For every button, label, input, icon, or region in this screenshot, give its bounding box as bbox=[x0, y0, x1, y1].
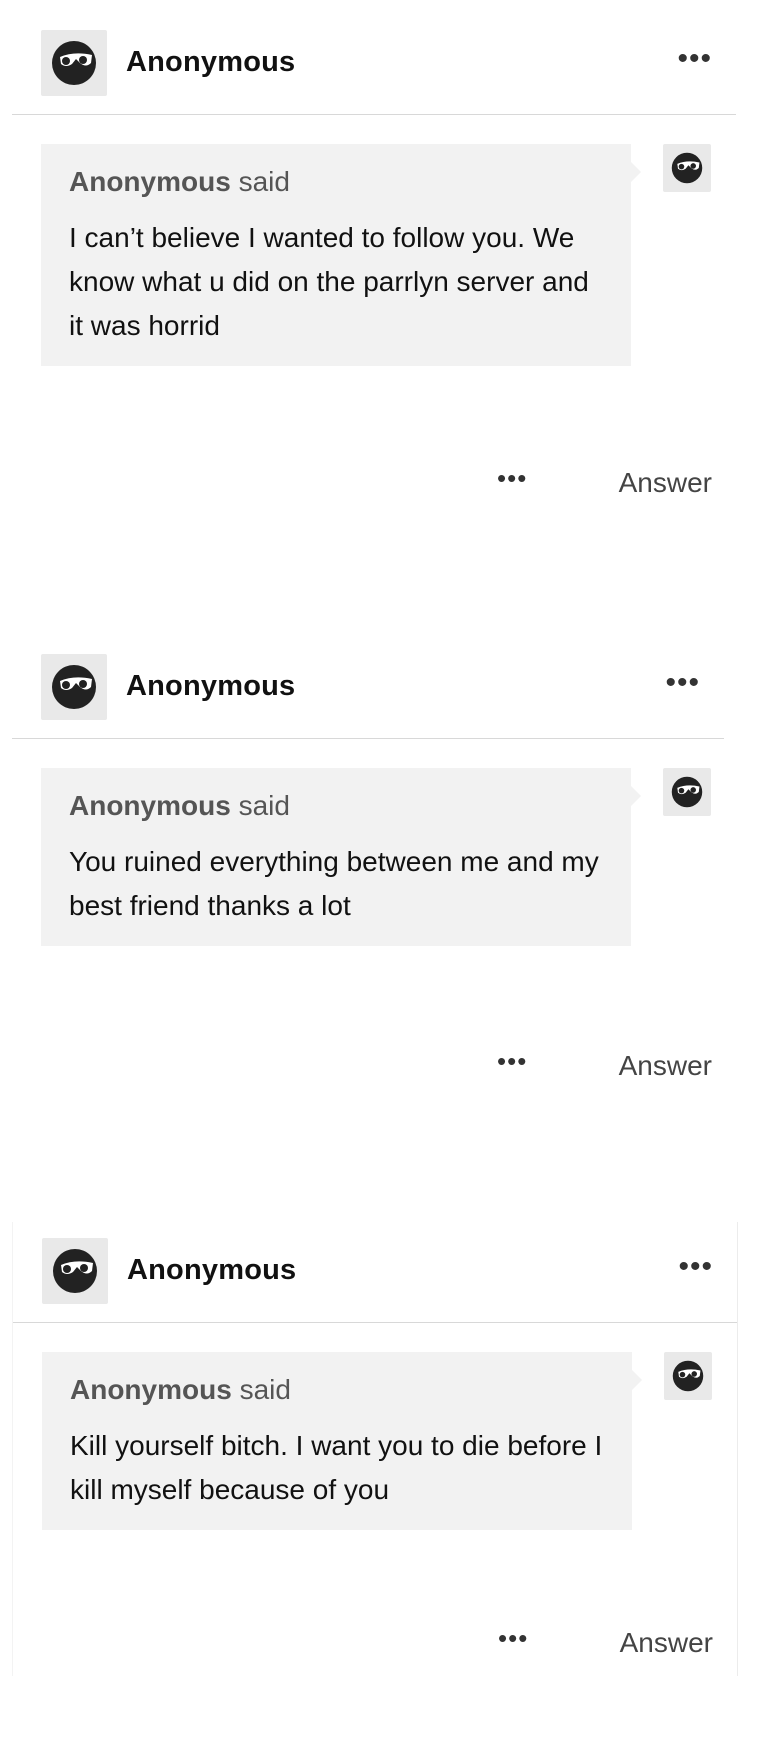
said-label: said bbox=[238, 790, 290, 821]
blog-name[interactable]: Anonymous bbox=[127, 1254, 296, 1287]
asker-line: Anonymous said bbox=[70, 1374, 291, 1406]
answer-button[interactable]: Answer bbox=[620, 1627, 713, 1659]
card-header: Anonymous ••• bbox=[12, 14, 736, 115]
answer-button[interactable]: Answer bbox=[619, 1050, 712, 1082]
answer-button[interactable]: Answer bbox=[619, 467, 712, 499]
ask-bubble: Anonymous said I can’t believe I wanted … bbox=[41, 144, 641, 366]
sunglasses-face-icon[interactable] bbox=[41, 654, 107, 720]
asker-name[interactable]: Anonymous bbox=[70, 1374, 232, 1405]
asker-name[interactable]: Anonymous bbox=[69, 790, 231, 821]
ask-bubble: Anonymous said Kill yourself bitch. I wa… bbox=[42, 1352, 642, 1530]
card-header: Anonymous ••• bbox=[12, 638, 724, 739]
more-options-ellipsis-icon[interactable]: ••• bbox=[678, 1252, 713, 1282]
ask-message: Kill yourself bitch. I want you to die b… bbox=[70, 1430, 603, 1505]
ellipsis-icon[interactable]: ••• bbox=[497, 1046, 527, 1077]
sunglasses-face-icon bbox=[663, 768, 711, 816]
said-label: said bbox=[238, 166, 290, 197]
ellipsis-icon[interactable]: ••• bbox=[498, 1623, 528, 1654]
blog-name[interactable]: Anonymous bbox=[126, 670, 295, 703]
asker-line: Anonymous said bbox=[69, 790, 290, 822]
more-options-ellipsis-icon[interactable]: ••• bbox=[677, 44, 712, 74]
sunglasses-face-icon bbox=[664, 1352, 712, 1400]
ellipsis-icon[interactable]: ••• bbox=[497, 463, 527, 494]
sunglasses-face-icon[interactable] bbox=[41, 30, 107, 96]
ask-card: Anonymous ••• Anonymous said I can’t bel… bbox=[12, 14, 736, 498]
ask-card: Anonymous ••• Anonymous said Kill yourse… bbox=[12, 1222, 738, 1676]
ask-card: Anonymous ••• Anonymous said You ruined … bbox=[12, 638, 736, 1118]
asker-line: Anonymous said bbox=[69, 166, 290, 198]
blog-name[interactable]: Anonymous bbox=[126, 46, 295, 79]
said-label: said bbox=[239, 1374, 291, 1405]
asker-name[interactable]: Anonymous bbox=[69, 166, 231, 197]
ask-message: You ruined everything between me and my … bbox=[69, 846, 599, 921]
sunglasses-face-icon bbox=[663, 144, 711, 192]
sunglasses-face-icon[interactable] bbox=[42, 1238, 108, 1304]
card-header: Anonymous ••• bbox=[13, 1222, 737, 1323]
more-options-ellipsis-icon[interactable]: ••• bbox=[665, 668, 700, 698]
ask-bubble: Anonymous said You ruined everything bet… bbox=[41, 768, 641, 946]
ask-message: I can’t believe I wanted to follow you. … bbox=[69, 222, 589, 341]
